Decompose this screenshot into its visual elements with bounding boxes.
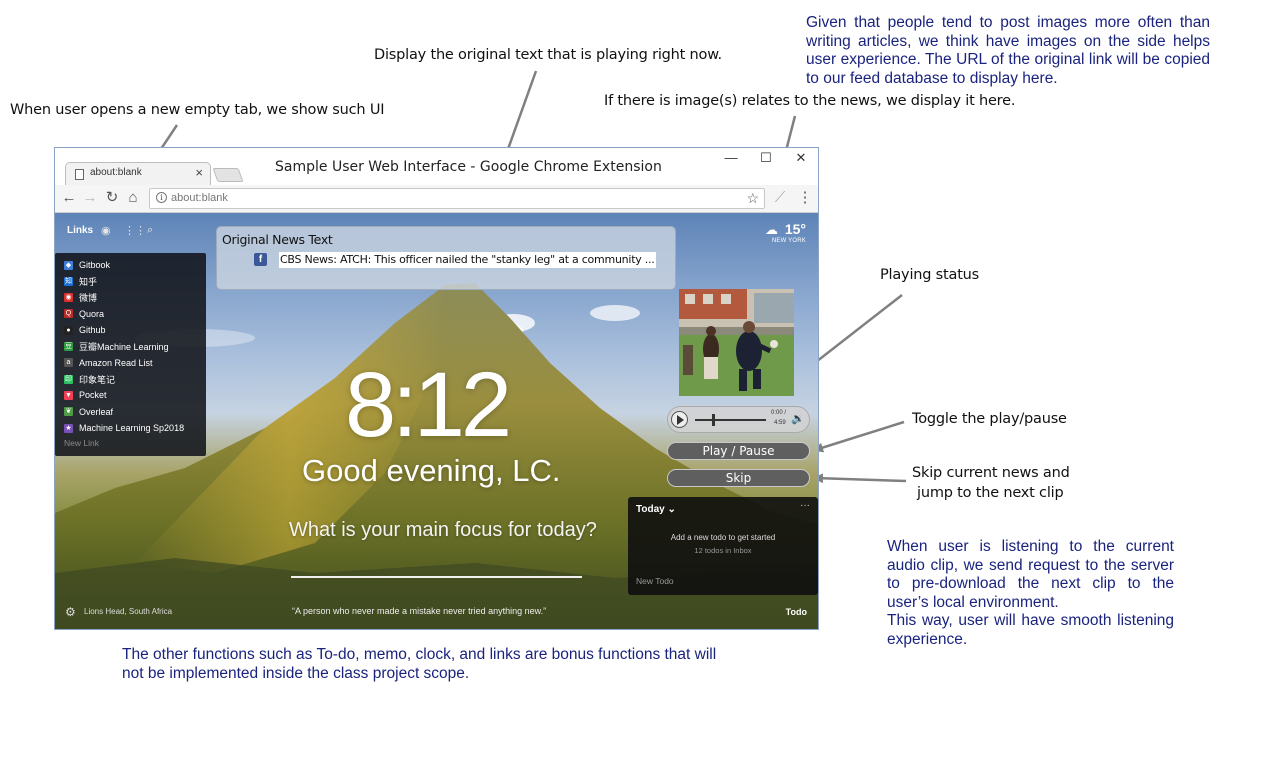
todo-panel: Today ⌄ ··· Add a new todo to get starte… (628, 497, 818, 595)
link-label: Pocket (79, 390, 107, 401)
link-icon: 豆 (64, 342, 73, 351)
reload-icon[interactable]: ↻ (103, 189, 121, 207)
link-label: Quora (79, 308, 105, 319)
weather-location: NEW YORK (771, 238, 806, 244)
skip-button[interactable]: Skip (667, 469, 810, 487)
window-title: Sample User Web Interface - Google Chrom… (275, 159, 662, 175)
elapsed-time: 0:00 / (771, 410, 787, 416)
address-bar[interactable]: i about:blank ☆ (149, 188, 765, 209)
close-window-button[interactable]: ✕ (790, 150, 812, 166)
arrow-to-skip (813, 473, 907, 484)
new-tab-page: Links ◉ ⋮⋮ ⌕ ◆ Gitbook 知知乎 ◉ 微博 Q Quora ● Github… (55, 213, 818, 629)
play-pause-button[interactable]: Play / Pause (667, 442, 810, 460)
audio-player: 0:00 / 4:59 🔉 (667, 406, 810, 433)
link-item[interactable]: ◆ Gitbook (64, 257, 110, 273)
home-icon[interactable]: ⌂ (124, 189, 142, 207)
menu-dots-icon[interactable]: ⋮ (796, 189, 814, 207)
minimize-button[interactable]: — (720, 150, 742, 165)
back-icon[interactable]: ← (60, 189, 78, 207)
link-icon: 知 (64, 276, 73, 286)
browser-tab[interactable]: about:blank × (65, 162, 211, 185)
greeting: Good evening, LC. (302, 453, 561, 488)
photo-location[interactable]: Lions Head, South Africa (84, 607, 172, 616)
link-label: Overleaf (79, 406, 114, 417)
link-icon: ▼ (64, 390, 73, 400)
todo-empty-hint: Add a new todo to get started (670, 533, 776, 542)
focus-input[interactable] (291, 576, 582, 578)
link-label: 印象笔记 (79, 374, 116, 385)
link-item[interactable]: ★ Machine Learning Sp2018 (64, 420, 184, 436)
arrow-to-play-pause (813, 420, 905, 453)
apps-grid-icon[interactable]: ⋮⋮ (124, 224, 146, 237)
link-item[interactable]: 豆豆瓣Machine Learning (64, 339, 169, 355)
link-label: 豆瓣Machine Learning (79, 342, 169, 352)
links-menu: ◆ Gitbook 知知乎 ◉ 微博 Q Quora ● Github 豆豆瓣Machine Le… (55, 253, 206, 456)
links-toggle[interactable]: Links (67, 225, 93, 236)
link-icon: ◆ (64, 260, 73, 270)
link-icon: Q (64, 309, 73, 319)
link-icon: ❦ (64, 407, 73, 417)
link-label: 微博 (79, 293, 98, 304)
new-tab-button[interactable] (212, 168, 244, 182)
facebook-icon: f (254, 253, 267, 266)
progress-knob[interactable] (711, 414, 715, 426)
title-bar: about:blank × Sample User Web Interface … (55, 148, 818, 185)
page-icon (75, 169, 84, 180)
link-item[interactable]: ❦ Overleaf (64, 404, 113, 420)
link-label: Machine Learning Sp2018 (79, 423, 185, 433)
forward-icon[interactable]: → (81, 189, 99, 207)
link-item[interactable]: Q Quora (64, 306, 104, 322)
link-item[interactable]: ◉ 微博 (64, 290, 97, 306)
link-label: 知乎 (79, 276, 98, 287)
link-item[interactable]: 印印象笔记 (64, 371, 115, 387)
news-panel-label: Original News Text (222, 232, 333, 247)
link-label: Amazon Read List (79, 357, 153, 368)
link-item[interactable]: 知知乎 (64, 273, 97, 289)
todo-toggle[interactable]: Todo (786, 607, 807, 617)
link-icon: 印 (64, 374, 73, 384)
link-label: Gitbook (79, 260, 111, 270)
settings-gear-icon[interactable]: ⚙ (65, 605, 76, 619)
link-item[interactable]: ▼ Pocket (64, 387, 107, 403)
link-icon: ● (64, 325, 73, 335)
new-link-button[interactable]: New Link (64, 438, 99, 448)
progress-track[interactable] (695, 419, 766, 421)
todo-inbox-count: 12 todos in Inbox (694, 546, 752, 555)
link-icon: ★ (64, 423, 73, 433)
temperature[interactable]: 15° (785, 221, 806, 237)
play-icon[interactable] (671, 411, 688, 428)
info-icon[interactable]: i (156, 192, 167, 203)
duration-time: 4:59 (774, 420, 786, 426)
focus-question: What is your main focus for today? (289, 519, 597, 541)
new-todo-input[interactable]: New Todo (636, 576, 674, 586)
tab-title: about:blank (90, 167, 142, 178)
browser-window: about:blank × Sample User Web Interface … (54, 147, 819, 630)
link-icon: ◉ (64, 293, 73, 303)
link-item[interactable]: a Amazon Read List (64, 355, 153, 371)
chrome-icon[interactable]: ◉ (101, 224, 111, 237)
todo-menu-icon[interactable]: ··· (800, 500, 810, 511)
cloud (590, 305, 640, 321)
news-text: CBS News: ATCH: This officer nailed the … (279, 252, 656, 268)
quote: “A person who never made a mistake never… (292, 606, 547, 616)
extension-icon[interactable]: ⟋ (771, 189, 789, 207)
link-icon: a (64, 358, 73, 368)
news-image (679, 289, 794, 396)
original-news-panel: Original News Text f CBS News: ATCH: Thi… (216, 226, 676, 290)
maximize-button[interactable]: ☐ (755, 150, 777, 166)
browser-toolbar: ← → ↻ ⌂ i about:blank ☆ ⟋ ⋮ (55, 185, 818, 213)
bookmark-star-icon[interactable]: ☆ (746, 190, 759, 207)
weather-icon: ☁ (765, 222, 778, 237)
search-icon[interactable]: ⌕ (147, 224, 153, 237)
link-label: Github (79, 325, 106, 336)
url-text: about:blank (171, 192, 228, 204)
volume-icon[interactable]: 🔉 (791, 412, 805, 425)
todo-list-selector[interactable]: Today ⌄ (636, 504, 676, 515)
link-item[interactable]: ● Github (64, 322, 106, 338)
tab-close-icon[interactable]: × (195, 165, 203, 180)
clock: 8:12 (345, 354, 512, 456)
